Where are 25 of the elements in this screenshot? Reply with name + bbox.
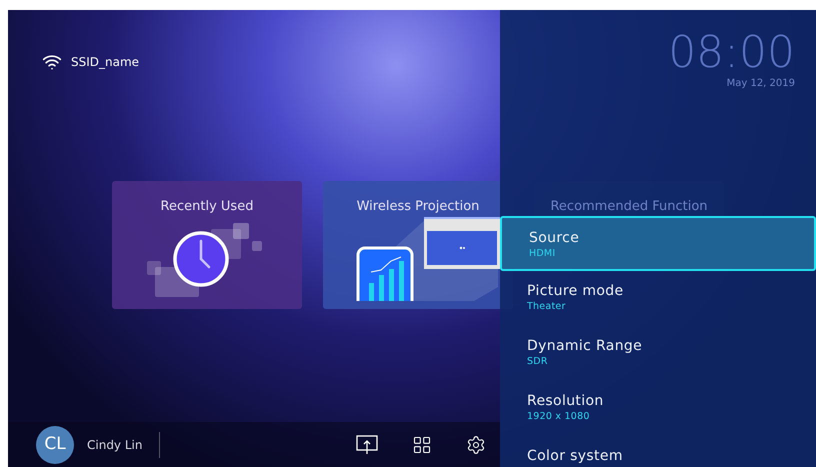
menu-value: SDR (527, 355, 549, 369)
clock-time: 08:00 (668, 30, 795, 76)
card-title: Recently Used (160, 198, 254, 216)
menu-label: Picture mode (527, 282, 624, 300)
menu-item[interactable]: Dynamic Range SDR (500, 326, 816, 381)
feature-card[interactable]: Recently Used (112, 181, 302, 309)
network-name: SSID_name (71, 54, 140, 71)
menu-value: 1920 x 1080 (527, 410, 591, 424)
clock-date: May 12, 2019 (726, 77, 795, 91)
card-title: Wireless Projection (356, 198, 480, 216)
card-title: Recommended Function (550, 198, 708, 216)
screen-share-icon[interactable] (356, 434, 378, 454)
menu-item[interactable]: Resolution 1920 x 1080 (500, 381, 816, 436)
user-name: Cindy Lin (87, 436, 142, 454)
menu-label: Resolution (527, 392, 605, 410)
menu-item[interactable]: Color system (500, 436, 816, 467)
menu-label: Color system (527, 447, 624, 465)
menu-item[interactable]: Source HDMI (500, 216, 816, 271)
menu-label: Dynamic Range (527, 337, 644, 355)
menu-value: HDMI (529, 247, 556, 261)
settings-icon[interactable] (466, 434, 486, 454)
apps-grid-icon[interactable] (412, 434, 432, 454)
menu-label: Source (529, 229, 580, 247)
user-avatar[interactable]: CL (36, 426, 74, 464)
menu-value: Theater (527, 300, 567, 314)
